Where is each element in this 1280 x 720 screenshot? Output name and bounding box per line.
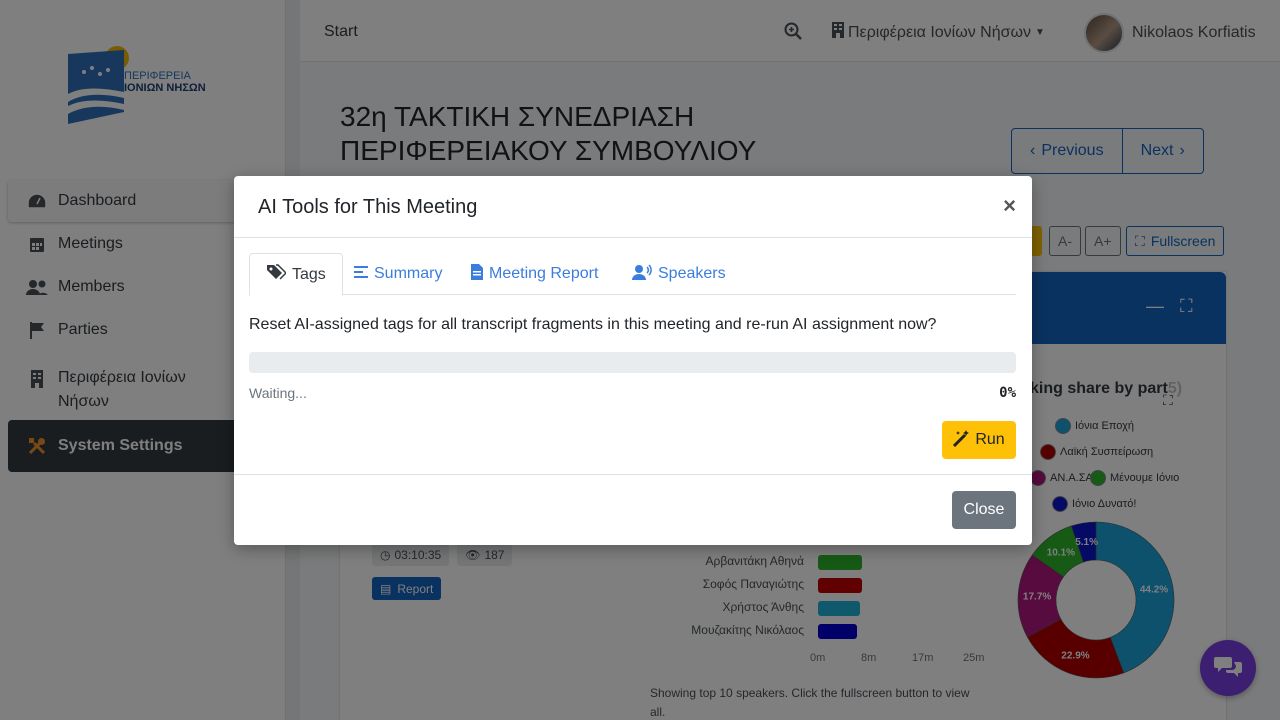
modal-header: AI Tools for This Meeting × (234, 176, 1032, 238)
progress-percent: 0% (999, 385, 1016, 401)
reset-tags-prompt: Reset AI-assigned tags for all transcrip… (249, 316, 937, 333)
close-button[interactable]: Close (952, 491, 1016, 529)
close-icon[interactable]: × (1003, 193, 1016, 219)
tags-icon (266, 264, 288, 285)
tab-summary[interactable]: Summary (338, 253, 458, 295)
modal-tabs: Tags Summary Meeting Report Speakers (249, 253, 1016, 296)
modal-footer: Close (234, 474, 1032, 545)
magic-wand-icon (953, 429, 971, 452)
tab-label: Meeting Report (489, 265, 599, 282)
user-voice-icon (632, 263, 652, 285)
tab-label: Summary (374, 265, 443, 282)
progress-bar (249, 352, 1016, 373)
modal-title: AI Tools for This Meeting (258, 196, 478, 218)
ai-tools-modal: AI Tools for This Meeting × Tags Summary (234, 176, 1032, 545)
run-label: Run (975, 431, 1005, 448)
progress-status: Waiting... (249, 385, 307, 401)
tab-tags[interactable]: Tags (249, 253, 343, 296)
run-button[interactable]: Run (942, 421, 1016, 459)
tab-label: Speakers (658, 265, 726, 282)
page: ΠΕΡΙΦΕΡΕΙΑ ΙΟΝΙΩΝ ΝΗΣΩΝ Dashboard Meetin… (0, 0, 1280, 720)
tab-meeting-report[interactable]: Meeting Report (455, 253, 614, 295)
tab-label: Tags (292, 265, 326, 283)
align-left-icon (354, 265, 368, 283)
tab-speakers[interactable]: Speakers (616, 253, 742, 295)
file-text-icon (471, 263, 483, 285)
